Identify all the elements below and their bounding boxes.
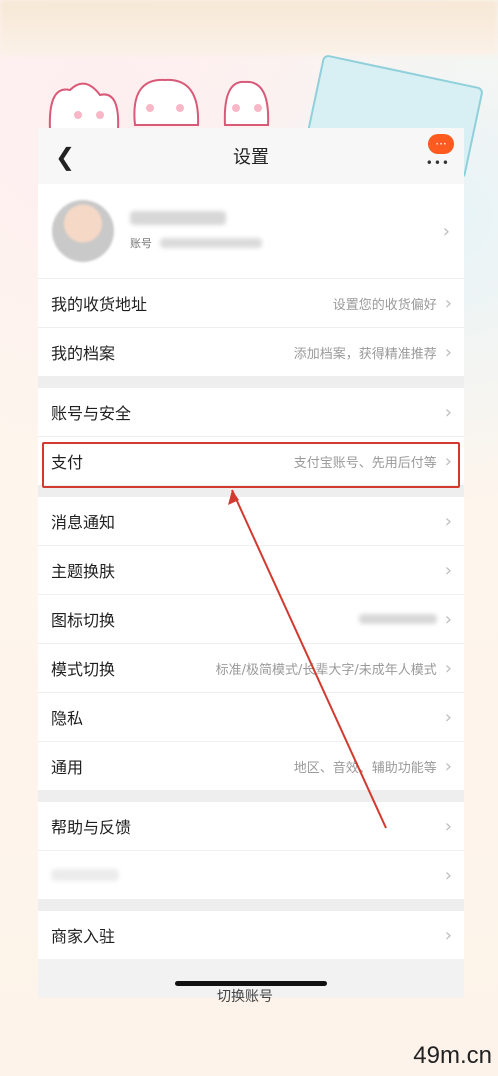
row-label: 图标切换: [51, 611, 116, 630]
chevron-right-icon: ›: [444, 559, 452, 581]
section-preferences: 消息通知 › 主题换肤 › 图标切换 › 模式切换 标准/极简模式/长辈大字/未…: [38, 497, 464, 790]
chevron-right-icon: ›: [444, 924, 452, 946]
navigation-bar: ❮ 设置 ··· •••: [38, 128, 464, 184]
section-divider: [38, 899, 464, 911]
row-label: 账号与安全: [51, 404, 132, 423]
switch-account-text[interactable]: 切换账号: [217, 986, 273, 1006]
username-blurred: [130, 211, 226, 225]
section-address-profile: 我的收货地址 设置您的收货偏好 › 我的档案 添加档案，获得精准推荐 ›: [38, 279, 464, 376]
more-menu-indicator: •••: [425, 156, 450, 170]
chevron-right-icon: ›: [444, 706, 452, 728]
chevron-right-icon: ›: [444, 450, 452, 472]
row-label: 帮助与反馈: [51, 818, 132, 837]
section-help: 帮助与反馈 › ›: [38, 802, 464, 899]
section-merchant: 商家入驻 ›: [38, 911, 464, 959]
row-theme[interactable]: 主题换肤 ›: [38, 546, 464, 595]
row-icon-switch[interactable]: 图标切换 ›: [38, 595, 464, 644]
paper-top-strip: [0, 0, 498, 55]
row-value: 地区、音效、辅助功能等: [293, 760, 437, 776]
row-help-feedback[interactable]: 帮助与反馈 ›: [38, 802, 464, 851]
chevron-right-icon: ›: [444, 341, 452, 363]
chevron-right-icon: ›: [444, 608, 452, 630]
account-prefix: 账号: [130, 237, 152, 250]
row-value: 标准/极简模式/长辈大字/未成年人模式: [215, 662, 437, 678]
row-blurred-item[interactable]: ›: [38, 851, 464, 899]
row-privacy[interactable]: 隐私 ›: [38, 693, 464, 742]
blurred-label: [51, 869, 119, 881]
row-label: 我的档案: [51, 344, 116, 363]
chevron-right-icon: ›: [442, 220, 450, 242]
page-title: 设置: [233, 147, 269, 168]
chevron-right-icon: ›: [444, 864, 452, 886]
row-label: 通用: [51, 758, 84, 777]
chevron-left-icon[interactable]: ❮: [50, 142, 80, 172]
section-divider: [38, 376, 464, 388]
site-watermark: 49m.cn: [413, 1042, 492, 1069]
row-label: 主题换肤: [51, 562, 116, 581]
avatar: [52, 200, 114, 262]
row-payment[interactable]: 支付 支付宝账号、先用后付等 ›: [38, 437, 464, 485]
row-account-security[interactable]: 账号与安全 ›: [38, 388, 464, 437]
icon-switch-value-blurred: [358, 614, 437, 624]
section-divider: [38, 485, 464, 497]
row-label: 商家入驻: [51, 927, 116, 946]
row-label: 支付: [51, 453, 84, 472]
chevron-right-icon: ›: [444, 292, 452, 314]
account-id-blurred: [160, 238, 262, 248]
row-value: 添加档案，获得精准推荐: [293, 346, 437, 362]
section-account-payment: 账号与安全 › 支付 支付宝账号、先用后付等 ›: [38, 388, 464, 485]
row-my-profile[interactable]: 我的档案 添加档案，获得精准推荐 ›: [38, 328, 464, 376]
row-merchant-join[interactable]: 商家入驻 ›: [38, 911, 464, 959]
chevron-right-icon: ›: [444, 510, 452, 532]
settings-screen: ❮ 设置 ··· ••• 账号 › 我的收货地址 设置您的收货偏好 › 我的档案…: [38, 128, 464, 998]
chevron-right-icon: ›: [444, 755, 452, 777]
row-label: 模式切换: [51, 660, 116, 679]
row-label: 消息通知: [51, 513, 116, 532]
chevron-right-icon: ›: [444, 401, 452, 423]
row-value: 支付宝账号、先用后付等: [293, 455, 437, 471]
row-label: 隐私: [51, 709, 84, 728]
row-label: 我的收货地址: [51, 295, 148, 314]
more-dots-icon[interactable]: ···: [428, 134, 454, 154]
row-value: 设置您的收货偏好: [332, 297, 437, 313]
row-notifications[interactable]: 消息通知 ›: [38, 497, 464, 546]
chevron-right-icon: ›: [444, 815, 452, 837]
row-shipping-address[interactable]: 我的收货地址 设置您的收货偏好 ›: [38, 279, 464, 328]
chevron-right-icon: ›: [444, 657, 452, 679]
section-divider: [38, 790, 464, 802]
row-mode-switch[interactable]: 模式切换 标准/极简模式/长辈大字/未成年人模式 ›: [38, 644, 464, 693]
row-general[interactable]: 通用 地区、音效、辅助功能等 ›: [38, 742, 464, 790]
profile-card[interactable]: 账号 ›: [38, 184, 464, 279]
